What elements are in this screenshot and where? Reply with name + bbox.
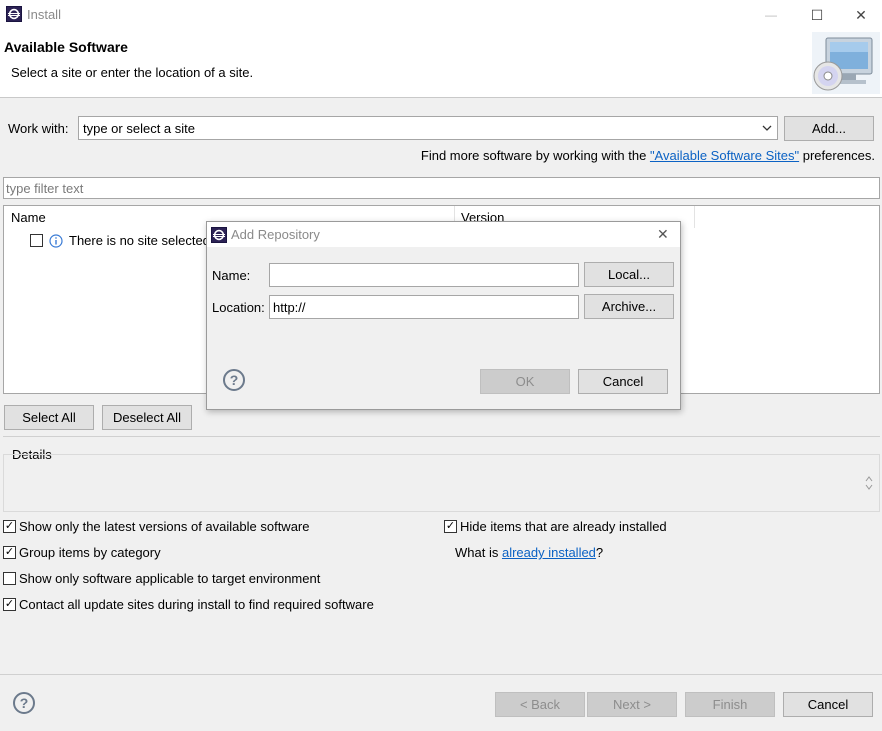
location-label: Location:	[212, 300, 265, 315]
check-icon: ✓	[4, 598, 15, 610]
option-hide-installed[interactable]: ✓ Hide items that are already installed	[444, 519, 667, 534]
dialog-close-icon[interactable]: ✕	[657, 226, 669, 243]
group-by-category-label: Group items by category	[19, 545, 161, 560]
latest-versions-label: Show only the latest versions of availab…	[19, 519, 310, 534]
option-contact-sites[interactable]: ✓ Contact all update sites during instal…	[3, 597, 374, 612]
target-env-label: Show only software applicable to target …	[19, 571, 321, 586]
close-button[interactable]: ✕	[838, 0, 882, 30]
help-icon[interactable]: ?	[13, 692, 35, 714]
page-title: Available Software	[4, 39, 128, 55]
minimize-icon: —	[765, 8, 777, 22]
install-computer-icon	[812, 32, 880, 94]
minimize-button[interactable]: —	[748, 0, 794, 30]
tree-row-checkbox[interactable]	[30, 234, 43, 247]
info-icon	[49, 233, 63, 248]
tree-row-text: There is no site selected.	[69, 233, 214, 248]
window-titlebar: Install — ☐ ✕	[0, 0, 882, 30]
what-is-prefix: What is	[455, 545, 502, 560]
hide-installed-label: Hide items that are already installed	[460, 519, 667, 534]
details-pane	[3, 454, 880, 512]
separator	[3, 436, 880, 437]
option-target-env[interactable]: Show only software applicable to target …	[3, 571, 320, 586]
finish-button[interactable]: Finish	[685, 692, 775, 717]
maximize-button[interactable]: ☐	[794, 0, 840, 30]
find-more-text: Find more software by working with the "…	[421, 148, 875, 163]
find-more-prefix: Find more software by working with the	[420, 148, 650, 163]
maximize-icon: ☐	[810, 6, 824, 23]
target-env-checkbox[interactable]	[3, 572, 16, 585]
dialog-cancel-button[interactable]: Cancel	[578, 369, 668, 394]
dialog-title: Add Repository	[231, 227, 320, 242]
back-button[interactable]: < Back	[495, 692, 585, 717]
wizard-banner: Available Software Select a site or ente…	[0, 30, 882, 98]
option-group-by-category[interactable]: ✓ Group items by category	[3, 545, 161, 560]
window-title: Install	[27, 7, 61, 22]
deselect-all-button[interactable]: Deselect All	[102, 405, 192, 430]
work-with-label: Work with:	[8, 121, 69, 136]
already-installed-link[interactable]: already installed	[502, 545, 596, 560]
select-all-button[interactable]: Select All	[4, 405, 94, 430]
filter-input[interactable]: type filter text	[3, 177, 880, 199]
find-more-suffix: preferences.	[799, 148, 875, 163]
add-repository-dialog: Add Repository ✕ Name: Local... Location…	[206, 221, 681, 410]
what-is-installed-text: What is already installed?	[455, 545, 603, 560]
archive-button[interactable]: Archive...	[584, 294, 674, 319]
available-software-sites-link[interactable]: "Available Software Sites"	[650, 148, 799, 163]
contact-sites-label: Contact all update sites during install …	[19, 597, 374, 612]
column-divider	[694, 206, 695, 228]
location-field[interactable]: http://	[269, 295, 579, 319]
chevron-down-icon	[762, 125, 772, 131]
eclipse-app-icon	[211, 227, 227, 243]
latest-versions-checkbox[interactable]: ✓	[3, 520, 16, 533]
option-latest-versions[interactable]: ✓ Show only the latest versions of avail…	[3, 519, 310, 534]
cancel-button[interactable]: Cancel	[783, 692, 873, 717]
name-label: Name:	[212, 268, 251, 283]
dialog-titlebar: Add Repository ✕	[207, 222, 680, 247]
spinner-icon[interactable]	[864, 474, 874, 492]
add-site-button[interactable]: Add...	[784, 116, 874, 141]
check-icon: ✓	[445, 520, 456, 532]
work-with-combo[interactable]: type or select a site	[78, 116, 778, 140]
work-with-value: type or select a site	[83, 121, 195, 136]
next-button[interactable]: Next >	[587, 692, 677, 717]
group-by-category-checkbox[interactable]: ✓	[3, 546, 16, 559]
column-header-name[interactable]: Name	[11, 210, 46, 225]
check-icon: ✓	[4, 546, 15, 558]
dialog-help-icon[interactable]: ?	[223, 369, 245, 391]
page-subtitle: Select a site or enter the location of a…	[11, 65, 254, 80]
contact-sites-checkbox[interactable]: ✓	[3, 598, 16, 611]
tree-row[interactable]: There is no site selected.	[30, 233, 214, 248]
ok-button[interactable]: OK	[480, 369, 570, 394]
eclipse-app-icon	[6, 6, 22, 22]
name-field[interactable]	[269, 263, 579, 287]
footer-separator	[0, 674, 882, 675]
close-icon: ✕	[855, 6, 867, 23]
local-button[interactable]: Local...	[584, 262, 674, 287]
hide-installed-checkbox[interactable]: ✓	[444, 520, 457, 533]
what-is-suffix: ?	[595, 545, 604, 560]
check-icon: ✓	[4, 520, 15, 532]
